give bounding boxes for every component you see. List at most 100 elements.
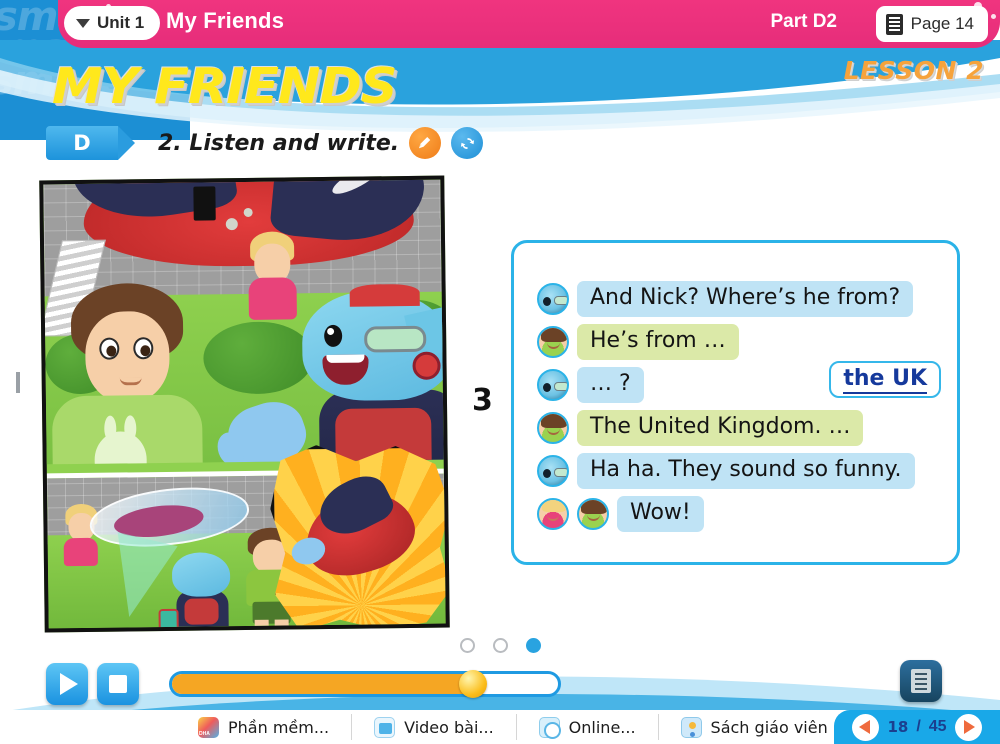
robot-character — [158, 551, 237, 629]
avatar-robot — [537, 454, 569, 487]
thought-bubble-dot — [225, 218, 238, 231]
dialogue-line: Ha ha. They sound so funny. — [537, 453, 915, 489]
app-header: Unit 1 My Friends Part D2 Page 14 — [58, 0, 1000, 48]
projector-device — [158, 608, 179, 629]
decorative-dot — [991, 14, 996, 19]
audio-progress-fill — [172, 674, 474, 694]
answer-value: the UK — [843, 366, 927, 394]
body — [63, 537, 98, 566]
taskbar-item-label: Video bài... — [404, 717, 494, 737]
legs — [255, 619, 289, 628]
chevron-left-icon — [16, 372, 20, 393]
previous-slide-button[interactable] — [10, 372, 40, 420]
previous-page-button[interactable] — [852, 713, 880, 741]
eye — [133, 337, 154, 360]
refresh-icon[interactable] — [451, 127, 484, 159]
stop-button[interactable] — [97, 663, 139, 705]
triangle-left-icon — [859, 720, 871, 734]
pencil-icon[interactable] — [409, 127, 442, 159]
taskbar-item-label: Online... — [568, 717, 636, 737]
unit-selector-label: Unit 1 — [97, 13, 145, 32]
section-tag-letter: D — [73, 131, 91, 155]
avatar-girl — [537, 497, 569, 530]
lesson-heading: MY FRIENDS — [52, 58, 397, 115]
avatar-robot — [537, 368, 569, 401]
dialogue-bubble: He’s from … — [577, 324, 739, 360]
video-icon — [374, 716, 396, 738]
total-pages: 45 — [928, 718, 947, 735]
play-icon — [60, 673, 78, 695]
avatar-boy — [537, 325, 569, 358]
robot-visor — [364, 325, 427, 353]
avatar-robot — [537, 282, 569, 315]
page-title: My Friends — [166, 8, 285, 33]
dialogue-line: The United Kingdom. … — [537, 410, 864, 446]
robot-head — [301, 283, 444, 402]
script-icon — [911, 669, 931, 693]
avatar-boy — [537, 411, 569, 444]
page-navigation: 18 / 45 — [834, 710, 1000, 744]
taskbar-item-teacher-book[interactable]: Sách giáo viên — [659, 714, 850, 740]
dialogue-line: He’s from … — [537, 324, 739, 360]
thought-bubble-dot — [243, 207, 253, 217]
comic-panel-top — [43, 179, 444, 465]
teacher-book-icon — [680, 716, 702, 738]
task-header: D 2. Listen and write. — [46, 126, 484, 160]
triangle-right-icon — [963, 720, 975, 734]
page-separator: / — [916, 718, 921, 735]
app-root: smart smart smart Unit 1 My Friends Part… — [0, 0, 1000, 744]
carousel-dot-3[interactable] — [526, 638, 541, 653]
taskbar-item-video[interactable]: Video bài... — [352, 714, 517, 740]
robot-character — [213, 283, 444, 465]
answer-input-box[interactable]: the UK — [829, 361, 941, 398]
play-button[interactable] — [46, 663, 88, 705]
taskbar-item-label: Phần mềm... — [228, 717, 330, 737]
dialogue-bubble: Ha ha. They sound so funny. — [577, 453, 915, 489]
dialogue-bubble: The United Kingdom. … — [577, 410, 864, 446]
dialogue-line: And Nick? Where’s he from? — [537, 281, 914, 317]
boy-character-head — [70, 282, 185, 408]
dialogue-bubble: Wow! — [617, 496, 704, 532]
robot-crest — [349, 283, 420, 307]
unit-selector[interactable]: Unit 1 — [64, 6, 161, 40]
book-icon — [885, 13, 903, 35]
stop-icon — [109, 675, 127, 693]
spaceship-closeup — [296, 480, 424, 586]
part-label: Part D2 — [770, 11, 837, 32]
bunny-logo — [94, 415, 148, 465]
boy-character-shirt — [51, 394, 204, 465]
taskbar-item-online[interactable]: Online... — [517, 714, 659, 740]
software-icon — [198, 716, 219, 738]
avatar-boy — [577, 497, 609, 530]
spaceship-wing — [311, 467, 398, 544]
dialogue-panel: And Nick? Where’s he from? He’s from … …… — [511, 240, 960, 565]
dialogue-bubble: And Nick? Where’s he from? — [577, 281, 914, 317]
spaceship-door — [193, 186, 216, 221]
audio-progress-slider[interactable] — [169, 670, 561, 698]
taskbar-item-software[interactable]: Phần mềm... — [176, 714, 353, 740]
pencil-glyph — [419, 137, 431, 149]
carousel-dots — [460, 638, 541, 653]
spaceship-jet — [288, 534, 328, 569]
next-page-button[interactable] — [954, 713, 982, 741]
carousel-dot-2[interactable] — [493, 638, 508, 653]
comic-burst-panel — [270, 443, 450, 631]
robot-earphone — [412, 351, 441, 380]
page-selector[interactable]: Page 14 — [875, 6, 988, 42]
task-instruction: 2. Listen and write. — [158, 130, 400, 156]
chevron-down-icon — [76, 18, 90, 28]
section-tag: D — [46, 126, 135, 160]
script-button[interactable] — [900, 660, 942, 702]
taskbar-item-label: Sách giáo viên — [710, 717, 828, 737]
audio-progress-handle[interactable] — [459, 670, 488, 698]
lesson-number-label: LESSON 2 — [843, 56, 984, 85]
dialogue-line: Wow! — [537, 496, 704, 532]
robot-mouth — [322, 354, 369, 386]
eye — [99, 337, 120, 360]
robot-eye — [324, 324, 343, 348]
exercise-number: 3 — [472, 383, 493, 418]
robot-chest — [184, 597, 219, 625]
face — [84, 310, 170, 404]
carousel-dot-1[interactable] — [460, 638, 475, 653]
refresh-glyph — [460, 137, 474, 149]
